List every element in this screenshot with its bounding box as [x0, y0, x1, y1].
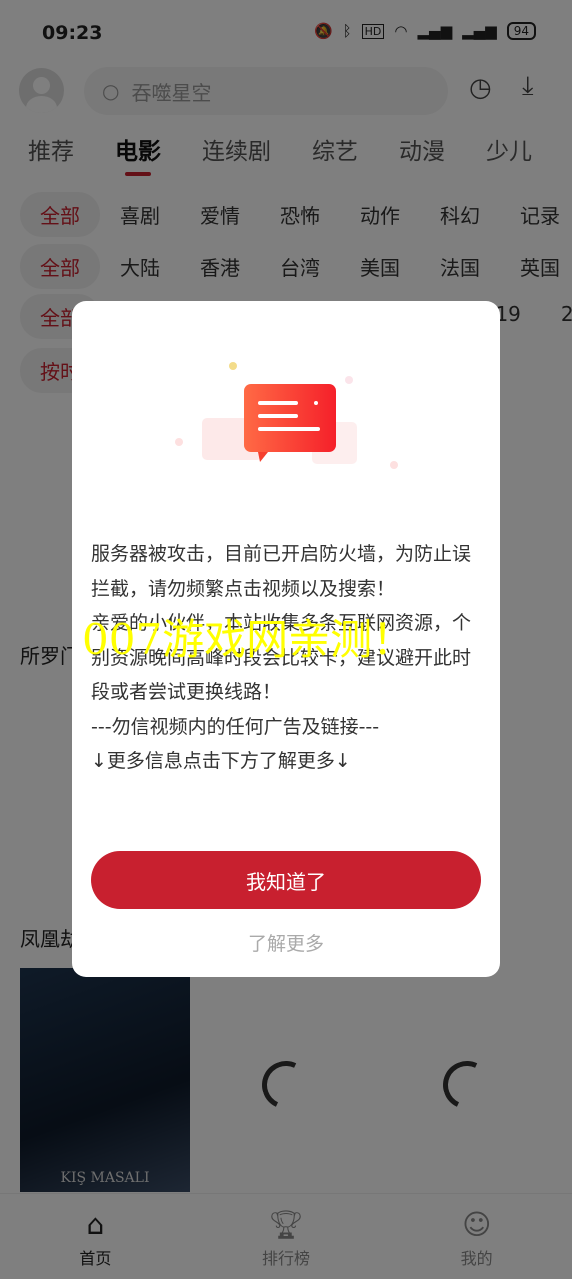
- learn-more-link[interactable]: 了解更多: [72, 929, 500, 956]
- notice-line: 服务器被攻击，目前已开启防火墙，为防止误拦截，请勿频繁点击视频以及搜索！: [91, 543, 472, 600]
- watermark: 007游戏网亲测！: [82, 615, 415, 664]
- notice-line: ---勿信视频内的任何广告及链接---: [91, 715, 380, 738]
- message-illustration-icon: [175, 362, 398, 469]
- notice-line: ↓更多信息点击下方了解更多↓: [91, 750, 351, 772]
- confirm-button[interactable]: 我知道了: [91, 851, 481, 909]
